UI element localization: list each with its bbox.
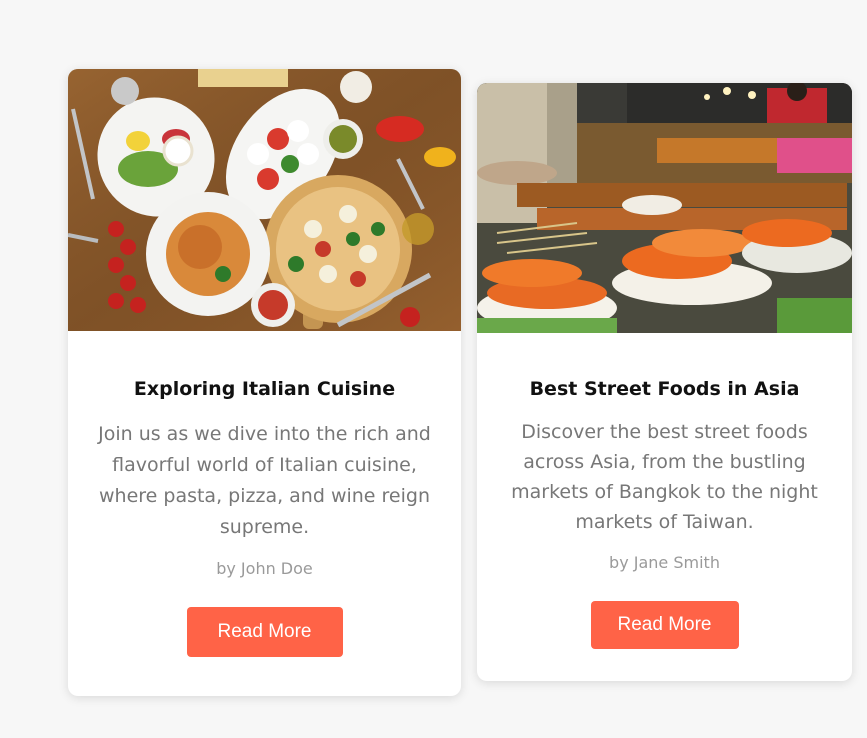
blog-card-italian: Exploring Italian Cuisine Join us as we … [68,69,461,696]
card-title: Exploring Italian Cuisine [133,378,396,400]
card-author: by John Doe [216,559,313,578]
card-author: by Jane Smith [609,553,720,572]
read-more-button[interactable]: Read More [590,601,739,649]
blog-page: Exploring Italian Cuisine Join us as we … [0,0,867,738]
card-body: Exploring Italian Cuisine Join us as we … [68,331,461,657]
card-title: Best Street Foods in Asia [529,378,800,400]
italian-food-image [68,69,461,331]
card-description: Discover the best street foods across As… [511,421,818,533]
read-more-button[interactable]: Read More [186,607,343,657]
asian-street-food-image [477,83,852,333]
blog-card-asia: Best Street Foods in Asia Discover the b… [477,83,852,681]
card-body: Best Street Foods in Asia Discover the b… [477,333,852,649]
card-description: Join us as we dive into the rich and fla… [98,423,431,538]
